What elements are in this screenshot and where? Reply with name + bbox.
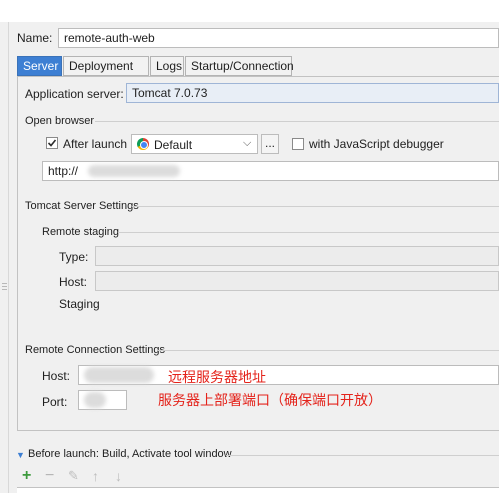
- redacted-host: [84, 367, 154, 383]
- top-band: [0, 0, 499, 22]
- add-icon[interactable]: +: [22, 468, 31, 484]
- before-launch-list: [17, 487, 499, 493]
- edit-icon[interactable]: ✎: [68, 468, 79, 484]
- staging-label: Staging: [59, 297, 100, 311]
- browser-select[interactable]: Default ⌵: [131, 134, 258, 154]
- after-launch-checkbox[interactable]: [46, 137, 58, 149]
- after-launch-label: After launch: [63, 137, 128, 151]
- remove-icon[interactable]: −: [45, 468, 54, 484]
- expand-triangle-icon[interactable]: ▼: [16, 450, 25, 460]
- open-browser-title: Open browser: [25, 115, 95, 127]
- tab-logs[interactable]: Logs: [150, 56, 184, 76]
- app-server-combo[interactable]: Tomcat 7.0.73: [126, 83, 499, 103]
- redacted-port: [84, 392, 106, 408]
- js-debugger-checkbox[interactable]: [292, 138, 304, 150]
- staging-host-select[interactable]: [95, 271, 499, 291]
- tab-deployment[interactable]: Deployment: [63, 56, 149, 76]
- chevron-down-icon: ⌵: [243, 137, 252, 149]
- name-label: Name:: [17, 31, 53, 45]
- js-debugger-label: with JavaScript debugger: [309, 137, 444, 151]
- staging-host-label: Host:: [59, 275, 88, 289]
- redacted-url: [88, 165, 180, 177]
- remote-staging-title: Remote staging: [42, 226, 120, 238]
- gutter-marker: [2, 289, 7, 290]
- tab-startup-connection[interactable]: Startup/Connection: [185, 56, 294, 76]
- tomcat-settings-title: Tomcat Server Settings: [25, 200, 139, 212]
- checkmark-icon: [47, 139, 57, 147]
- tomcat-settings-separator: [132, 206, 499, 207]
- name-value: remote-auth-web: [64, 31, 155, 45]
- before-launch-separator: [226, 455, 499, 456]
- chrome-icon: [137, 138, 149, 150]
- port-annotation: 服务器上部署端口（确保端口开放）: [158, 393, 382, 409]
- remote-connection-title: Remote Connection Settings: [25, 344, 166, 356]
- gutter-marker: [2, 286, 7, 287]
- staging-type-select[interactable]: [95, 246, 499, 266]
- name-input[interactable]: remote-auth-web: [58, 28, 499, 48]
- host-annotation: 远程服务器地址: [168, 370, 266, 386]
- tab-server[interactable]: Server: [17, 56, 62, 76]
- move-up-icon[interactable]: ↑: [92, 468, 99, 484]
- url-prefix: http://: [48, 164, 79, 178]
- remote-port-label: Port:: [42, 395, 68, 409]
- remote-staging-separator: [118, 232, 499, 233]
- gutter-marker: [2, 283, 7, 284]
- remote-connection-separator: [158, 350, 499, 351]
- browser-value: Default: [154, 138, 193, 152]
- remote-host-label: Host:: [42, 369, 71, 383]
- app-server-label: Application server:: [25, 87, 124, 101]
- move-down-icon[interactable]: ↓: [115, 468, 122, 484]
- browser-more-button[interactable]: ...: [261, 134, 279, 154]
- open-browser-separator: [95, 121, 499, 122]
- app-server-value: Tomcat 7.0.73: [132, 86, 208, 100]
- left-gutter: [0, 22, 9, 493]
- before-launch-label: Before launch: Build, Activate tool wind…: [28, 448, 232, 460]
- staging-type-label: Type:: [59, 250, 89, 264]
